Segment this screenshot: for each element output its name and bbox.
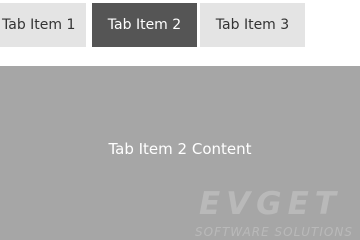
- watermark-tagline-text: SOFTWARE SOLUTIONS: [195, 225, 353, 239]
- tab-control-demo: Tab Item 1 Tab Item 2 Tab Item 3 Tab Ite…: [0, 0, 360, 240]
- tab-content-panel: Tab Item 2 Content EVGET SOFTWARE SOLUTI…: [0, 66, 360, 240]
- tab-item-3[interactable]: Tab Item 3: [200, 3, 305, 47]
- tab-item-1[interactable]: Tab Item 1: [0, 3, 86, 47]
- tab-item-2[interactable]: Tab Item 2: [92, 3, 197, 47]
- tab-strip: Tab Item 1 Tab Item 2 Tab Item 3: [0, 3, 360, 47]
- watermark-brand-text: EVGET: [199, 186, 342, 222]
- tab-content-text: Tab Item 2 Content: [108, 140, 252, 158]
- evget-watermark-logo: EVGET SOFTWARE SOLUTIONS: [195, 186, 353, 239]
